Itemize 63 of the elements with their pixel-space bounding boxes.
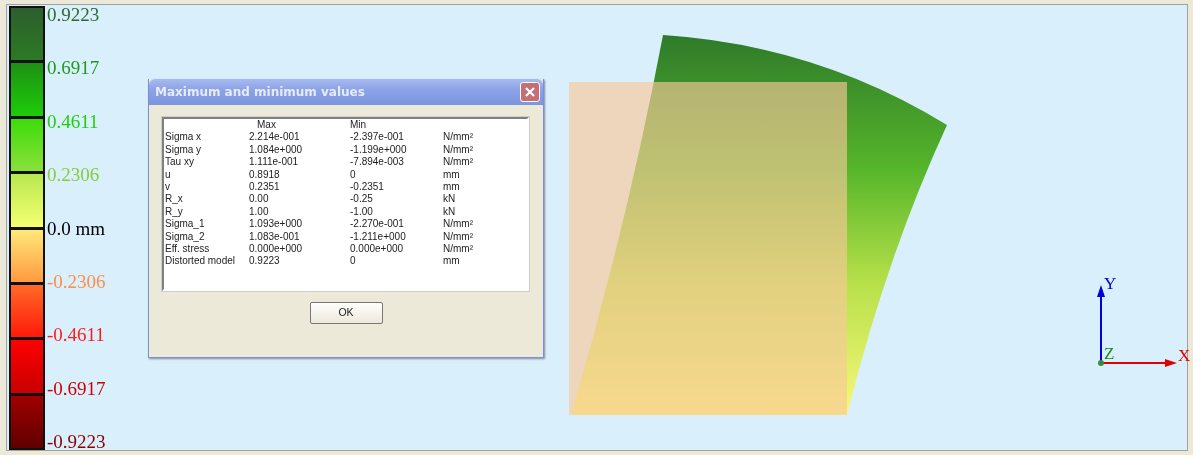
y-axis-label: Y — [1104, 275, 1117, 292]
max-value: 1.111e-001 — [248, 156, 300, 169]
z-axis-label: Z — [1104, 345, 1115, 362]
max-value: 1.084e+000 — [248, 143, 304, 157]
max-value: 0.000e+000 — [248, 243, 304, 256]
legend-label: -0.4611 — [47, 324, 105, 346]
unit-label: N/mm² — [443, 143, 474, 157]
column-header: Max — [256, 119, 277, 132]
column-header: Min — [350, 119, 368, 132]
min-value: -0.2351 — [350, 181, 385, 194]
max-value: 1.083e-001 — [248, 230, 301, 244]
unit-label: mm — [443, 168, 461, 182]
unit-label: kN — [443, 205, 457, 219]
unit-label: N/mm² — [443, 230, 474, 244]
ok-button[interactable]: OK — [309, 302, 383, 324]
unit-label: mm — [443, 255, 461, 268]
legend-label: 0.4611 — [47, 110, 99, 132]
max-value: 2.214e-001 — [248, 131, 301, 144]
max-value: 1.00 — [248, 205, 270, 219]
row-label: Sigma_1 — [165, 218, 206, 231]
close-button[interactable] — [520, 82, 540, 102]
unit-label: N/mm² — [443, 156, 474, 169]
legend-label: 0.0 mm — [47, 217, 106, 239]
legend-label: -0.9223 — [47, 431, 106, 452]
row-label: R_y — [165, 205, 184, 219]
min-value: -2.397e-001 — [350, 131, 405, 144]
max-value: 0.00 — [248, 193, 270, 206]
max-value: 0.9223 — [248, 255, 281, 268]
row-label: v — [165, 181, 171, 194]
close-icon — [524, 86, 536, 98]
unit-label: mm — [443, 181, 461, 194]
min-value: -2.270e-001 — [350, 218, 405, 231]
x-axis-label: X — [1178, 347, 1191, 364]
legend-label: -0.6917 — [47, 377, 106, 399]
min-value: -1.211e+000 — [350, 230, 407, 244]
origin-dot — [1098, 360, 1104, 366]
row-label: Sigma y — [165, 143, 203, 157]
row-label: Tau xy — [165, 156, 195, 169]
unit-label: N/mm² — [443, 243, 474, 256]
dialog-title: Maximum and minimum values — [155, 84, 365, 101]
unit-label: N/mm² — [443, 218, 474, 231]
unit-label: kN — [443, 193, 457, 206]
max-value: 0.2351 — [248, 181, 281, 194]
row-label: Sigma x — [165, 131, 203, 144]
max-value: 0.8918 — [248, 168, 281, 182]
legend-label: 0.9223 — [47, 4, 100, 25]
row-label: u — [165, 168, 172, 182]
max-value: 1.093e+000 — [248, 218, 304, 231]
legend-label: 0.6917 — [47, 57, 100, 79]
min-value: -0.25 — [350, 193, 374, 206]
row-label: R_x — [165, 193, 184, 206]
min-value: 0.000e+000 — [350, 243, 405, 256]
min-value: -1.00 — [350, 205, 374, 219]
min-value: 0 — [350, 168, 357, 182]
unit-label: N/mm² — [443, 131, 474, 144]
row-label: Eff. stress — [165, 243, 211, 256]
row-label: Sigma_2 — [165, 230, 206, 244]
row-label: Distorted model — [165, 255, 237, 268]
min-value: -7.894e-003 — [350, 156, 405, 169]
min-value: 0 — [350, 255, 357, 268]
min-value: -1.199e+000 — [350, 143, 408, 157]
legend-label: 0.2306 — [47, 164, 100, 186]
legend-label: -0.2306 — [47, 270, 106, 292]
